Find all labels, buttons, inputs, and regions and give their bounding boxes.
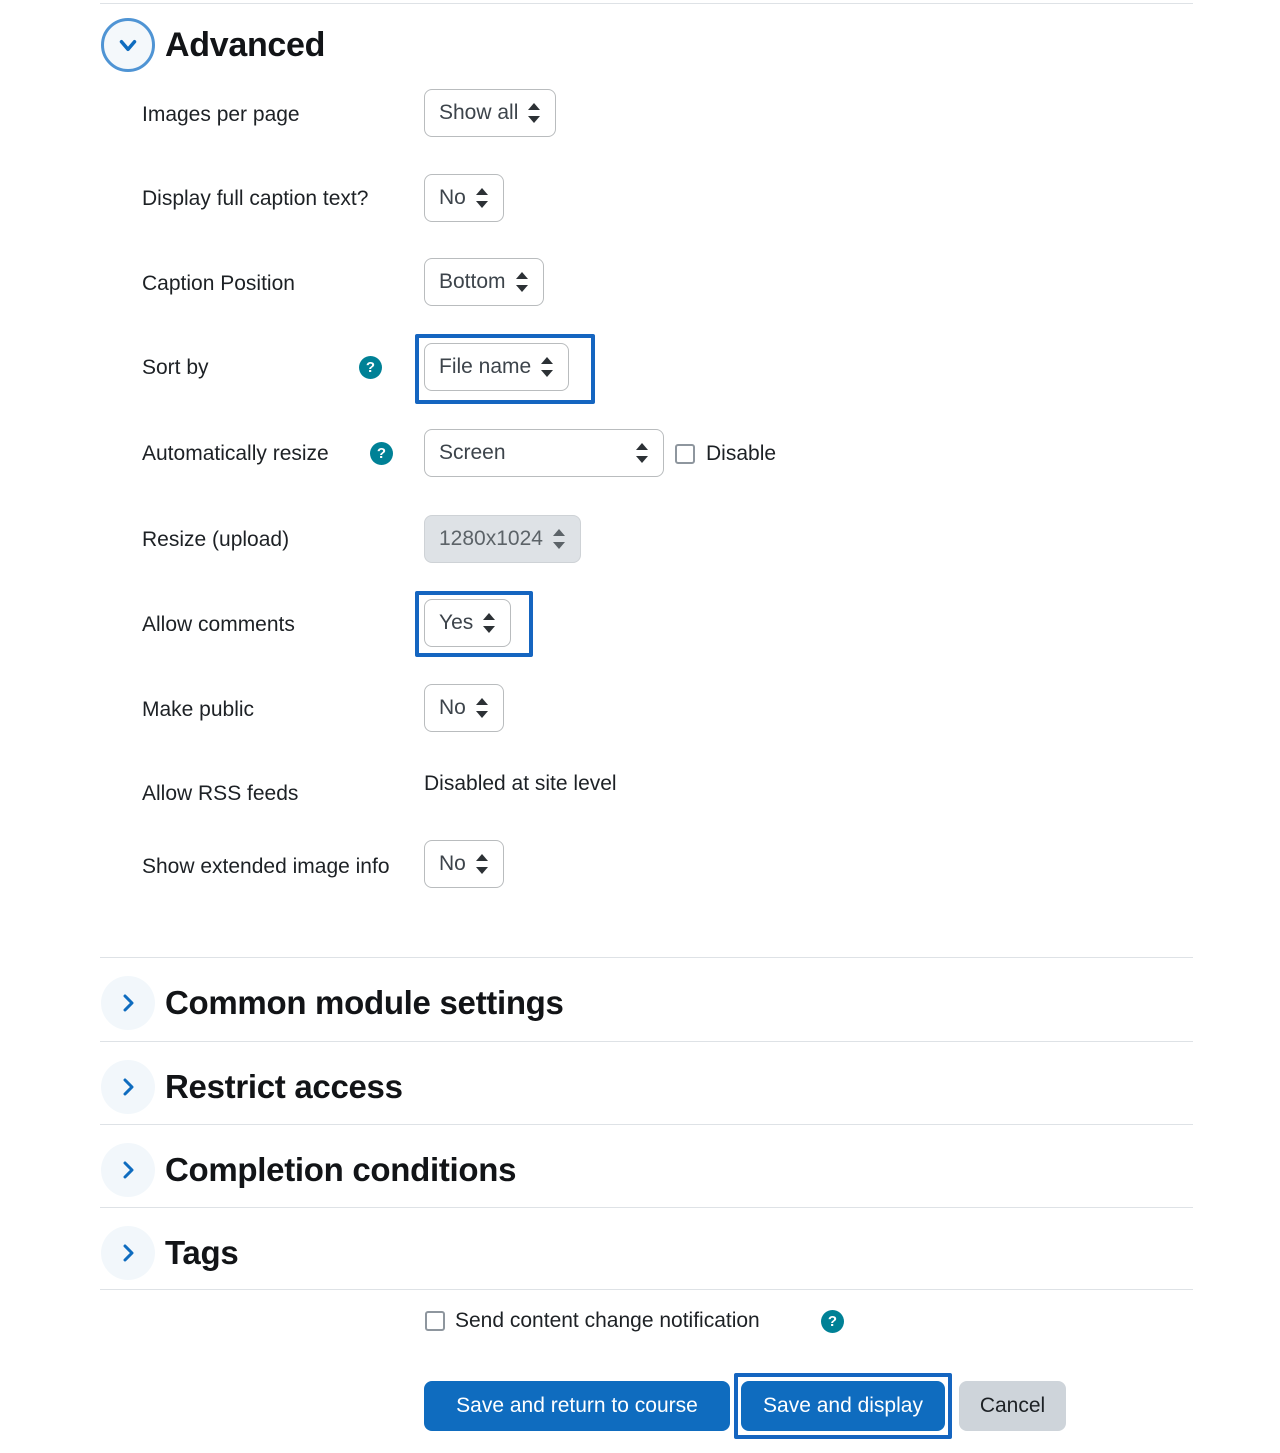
divider-common-module-settings [100, 957, 1193, 958]
select-images-per-page-value: Show all [439, 101, 519, 124]
divider-tags [100, 1207, 1193, 1208]
label-disable-resize: Disable [706, 442, 777, 465]
save-and-return-to-course-button[interactable]: Save and return to course [424, 1381, 730, 1431]
section-header-restrict-access[interactable]: Restrict access [101, 1060, 403, 1114]
sort-arrows-icon [552, 528, 566, 550]
section-header-tags[interactable]: Tags [101, 1226, 239, 1280]
select-allow-comments-value: Yes [439, 611, 474, 634]
select-resize-upload-value: 1280x1024 [439, 527, 543, 550]
select-show-extended-image-info-value: No [439, 852, 466, 875]
section-title-advanced: Advanced [165, 25, 326, 64]
section-title-restrict-access: Restrict access [165, 1068, 403, 1105]
help-circle-icon[interactable]: ? [821, 1310, 844, 1333]
cancel-button[interactable]: Cancel [959, 1381, 1066, 1431]
value-allow-rss-feeds: Disabled at site level [424, 772, 617, 795]
section-header-common-module-settings[interactable]: Common module settings [101, 976, 564, 1030]
chevron-down-icon[interactable] [101, 18, 155, 72]
section-title-common-module-settings: Common module settings [165, 984, 564, 1021]
section-header-completion-conditions[interactable]: Completion conditions [101, 1143, 516, 1197]
label-resize-upload: Resize (upload) [142, 528, 290, 551]
chevron-right-icon[interactable] [101, 976, 155, 1030]
label-images-per-page: Images per page [142, 103, 300, 126]
sort-arrows-icon [475, 187, 489, 209]
select-automatically-resize-value: Screen [439, 441, 506, 464]
chevron-right-icon[interactable] [101, 1226, 155, 1280]
select-automatically-resize[interactable]: Screen [424, 429, 664, 477]
label-allow-rss-feeds: Allow RSS feeds [142, 782, 299, 805]
label-caption-position: Caption Position [142, 272, 295, 295]
select-images-per-page[interactable]: Show all [424, 89, 557, 137]
sort-arrows-icon [636, 442, 649, 464]
label-automatically-resize: Automatically resize [142, 442, 329, 465]
divider-restrict-access [100, 1041, 1193, 1042]
select-show-extended-image-info[interactable]: No [424, 840, 504, 888]
sort-arrows-icon [515, 271, 529, 293]
sort-arrows-icon [483, 612, 496, 634]
sort-arrows-icon [475, 853, 489, 875]
sort-arrows-icon [528, 102, 541, 124]
select-resize-upload: 1280x1024 [424, 515, 581, 563]
select-caption-position[interactable]: Bottom [424, 258, 544, 306]
divider-footer [100, 1289, 1193, 1290]
section-title-tags: Tags [165, 1234, 239, 1271]
chevron-right-icon[interactable] [101, 1143, 155, 1197]
section-title-completion-conditions: Completion conditions [165, 1151, 517, 1188]
help-circle-icon[interactable]: ? [359, 356, 382, 379]
section-header-advanced[interactable]: Advanced [101, 18, 325, 72]
select-sort-by-value: File name [439, 355, 532, 378]
select-allow-comments[interactable]: Yes [424, 599, 512, 647]
save-and-display-button[interactable]: Save and display [741, 1381, 945, 1431]
advanced-settings-form: Advanced Images per page Show all Displa… [0, 0, 1280, 1453]
divider-completion-conditions [100, 1124, 1193, 1125]
chevron-right-icon[interactable] [101, 1060, 155, 1114]
checkbox-send-content-change-notification[interactable] [425, 1311, 445, 1331]
label-send-content-change-notification: Send content change notification [455, 1309, 760, 1332]
label-make-public: Make public [142, 698, 255, 721]
select-make-public-value: No [439, 696, 466, 719]
help-circle-icon[interactable]: ? [370, 442, 393, 465]
select-caption-position-value: Bottom [439, 270, 506, 293]
divider-top [100, 3, 1193, 4]
checkbox-disable-resize[interactable] [675, 444, 695, 464]
label-allow-comments: Allow comments [142, 613, 295, 636]
select-display-full-caption-value: No [439, 186, 466, 209]
select-sort-by[interactable]: File name [424, 343, 570, 391]
sort-arrows-icon [475, 697, 489, 719]
sort-arrows-icon [541, 356, 554, 378]
label-display-full-caption: Display full caption text? [142, 187, 369, 210]
select-make-public[interactable]: No [424, 684, 504, 732]
label-show-extended-image-info: Show extended image info [142, 855, 390, 878]
select-display-full-caption[interactable]: No [424, 174, 504, 222]
